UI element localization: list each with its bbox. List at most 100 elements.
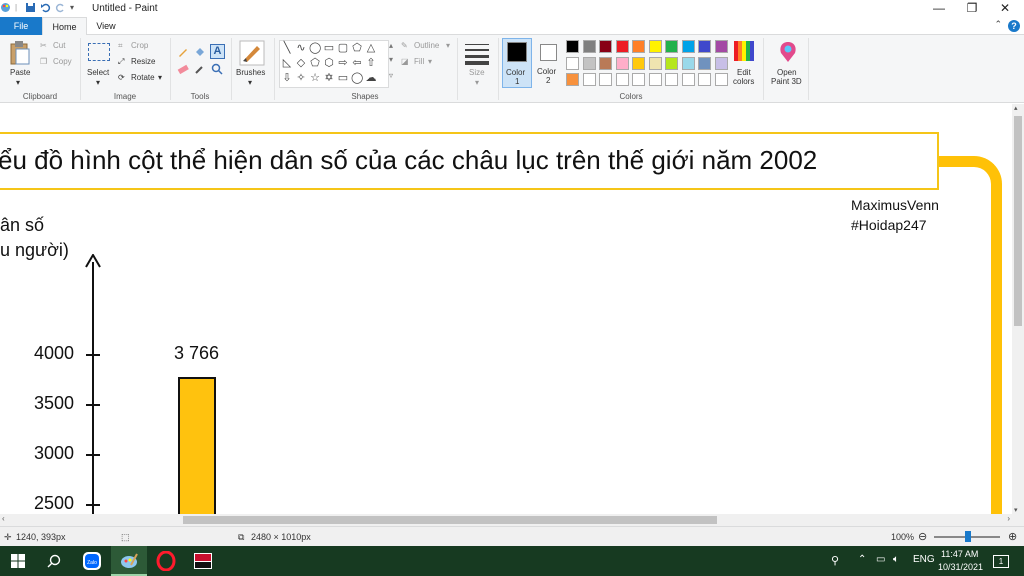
- up-arrow-shape-icon[interactable]: ⇧: [365, 57, 377, 69]
- paste-dropdown-icon[interactable]: ▾: [16, 78, 20, 87]
- collapse-ribbon-icon[interactable]: ⌃: [994, 19, 1002, 30]
- select-dropdown-icon[interactable]: ▾: [96, 78, 100, 87]
- brushes-icon[interactable]: [239, 40, 265, 66]
- undo-icon[interactable]: [40, 2, 51, 13]
- rotate-icon[interactable]: ⟳: [118, 73, 125, 82]
- cloud-callout-shape-icon[interactable]: ☁: [365, 72, 377, 84]
- taskbar-zalo-button[interactable]: Zalo: [74, 546, 110, 576]
- fill-dropdown-icon[interactable]: ▾: [428, 57, 432, 66]
- hexagon-shape-icon[interactable]: ⬡: [323, 57, 335, 69]
- outline-icon[interactable]: ✎: [401, 41, 408, 50]
- rounded-rect-shape-icon[interactable]: ▢: [337, 42, 349, 54]
- scroll-right-icon[interactable]: ›: [1007, 514, 1010, 523]
- search-icon[interactable]: [47, 554, 61, 568]
- vertical-scrollbar[interactable]: ▴ ▾: [1012, 104, 1024, 514]
- line-shape-icon[interactable]: ╲: [281, 42, 293, 54]
- right-arrow-shape-icon[interactable]: ⇨: [337, 57, 349, 69]
- tab-view[interactable]: View: [87, 17, 125, 35]
- four-point-star-shape-icon[interactable]: ✧: [295, 72, 307, 84]
- palette-color-swatch[interactable]: [665, 73, 678, 86]
- palette-color-swatch[interactable]: [566, 73, 579, 86]
- clock-time[interactable]: 11:47 AM: [941, 549, 978, 559]
- shapes-more-icon[interactable]: ▿: [389, 71, 393, 80]
- palette-color-swatch[interactable]: [615, 56, 629, 70]
- palette-color-swatch[interactable]: [582, 56, 596, 70]
- horizontal-scrollbar[interactable]: ‹ ›: [0, 514, 1012, 526]
- taskbar-app-button[interactable]: [185, 546, 221, 576]
- show-hidden-icons-icon[interactable]: ⌃: [858, 554, 866, 565]
- eraser-icon[interactable]: [177, 63, 189, 75]
- edit-colors-label-2[interactable]: colors: [733, 77, 754, 86]
- paint3d-icon[interactable]: [777, 40, 799, 64]
- scroll-up-icon[interactable]: ▴: [1014, 104, 1018, 112]
- fill-label[interactable]: Fill: [414, 57, 424, 66]
- palette-color-swatch[interactable]: [698, 73, 711, 86]
- pentagon-shape-icon[interactable]: ⬠: [309, 57, 321, 69]
- polygon-shape-icon[interactable]: ⬠: [351, 42, 363, 54]
- close-button[interactable]: ✕: [988, 0, 1022, 17]
- six-point-star-shape-icon[interactable]: ✡: [323, 72, 335, 84]
- palette-color-swatch[interactable]: [714, 56, 728, 70]
- size-label[interactable]: Size: [469, 68, 485, 77]
- fill-bucket-icon[interactable]: [194, 46, 206, 58]
- palette-color-swatch[interactable]: [714, 40, 728, 53]
- cut-icon[interactable]: ✂: [40, 41, 47, 50]
- rotate-label[interactable]: Rotate: [131, 73, 155, 82]
- copy-icon[interactable]: ❐: [40, 57, 47, 66]
- scroll-down-icon[interactable]: ▾: [1014, 506, 1018, 514]
- tab-home[interactable]: Home: [42, 17, 87, 35]
- palette-color-swatch[interactable]: [681, 56, 695, 70]
- palette-color-swatch[interactable]: [632, 40, 645, 53]
- palette-color-swatch[interactable]: [599, 40, 612, 53]
- diamond-shape-icon[interactable]: ◇: [295, 57, 307, 69]
- palette-color-swatch[interactable]: [566, 40, 579, 53]
- notification-center-icon[interactable]: 1: [993, 555, 1009, 568]
- horizontal-scroll-thumb[interactable]: [183, 516, 717, 524]
- magnifier-icon[interactable]: [211, 63, 223, 75]
- scroll-left-icon[interactable]: ‹: [2, 514, 5, 523]
- taskbar-opera-button[interactable]: [148, 546, 184, 576]
- text-tool-icon[interactable]: A: [210, 44, 225, 59]
- pencil-icon[interactable]: [177, 46, 189, 58]
- redo-icon[interactable]: [55, 2, 66, 13]
- color1-button[interactable]: Color 1: [502, 38, 532, 88]
- edit-colors-icon[interactable]: [733, 40, 755, 62]
- color-picker-icon[interactable]: [194, 63, 206, 75]
- oval-callout-shape-icon[interactable]: ◯: [351, 72, 363, 84]
- select-label[interactable]: Select: [87, 68, 109, 77]
- brushes-dropdown-icon[interactable]: ▾: [248, 78, 252, 87]
- clock-date[interactable]: 10/31/2021: [938, 562, 983, 572]
- people-icon[interactable]: ⚲: [831, 554, 839, 567]
- zoom-slider-thumb[interactable]: [965, 531, 971, 542]
- zoom-out-button[interactable]: ⊖: [918, 530, 927, 543]
- tab-file[interactable]: File: [0, 17, 42, 35]
- shapes-scroll-down-icon[interactable]: ▾: [389, 55, 393, 64]
- palette-color-swatch[interactable]: [681, 73, 695, 86]
- resize-icon[interactable]: ⤢: [118, 57, 124, 67]
- save-icon[interactable]: [25, 2, 36, 13]
- palette-color-swatch[interactable]: [714, 73, 728, 86]
- palette-color-swatch[interactable]: [698, 56, 711, 70]
- open-paint3d-label-2[interactable]: Paint 3D: [771, 77, 802, 86]
- palette-color-swatch[interactable]: [632, 56, 645, 70]
- open-paint3d-label-1[interactable]: Open: [777, 68, 797, 77]
- palette-color-swatch[interactable]: [615, 73, 629, 86]
- maximize-button[interactable]: ❐: [955, 0, 989, 17]
- crop-icon[interactable]: ⌗: [118, 41, 123, 51]
- help-icon[interactable]: ?: [1008, 20, 1020, 32]
- copy-label[interactable]: Copy: [53, 57, 72, 66]
- color2-button[interactable]: Color 2: [535, 38, 563, 88]
- palette-color-swatch[interactable]: [681, 40, 695, 53]
- taskbar-paint-button[interactable]: [111, 546, 147, 576]
- fill-icon[interactable]: ◪: [401, 57, 409, 66]
- volume-icon[interactable]: 🔈︎: [893, 554, 899, 565]
- palette-color-swatch[interactable]: [698, 40, 711, 53]
- palette-color-swatch[interactable]: [665, 40, 678, 53]
- canvas-area[interactable]: ểu đồ hình cột thể hiện dân số của các c…: [0, 104, 1012, 514]
- palette-color-swatch[interactable]: [665, 56, 678, 70]
- down-arrow-shape-icon[interactable]: ⇩: [281, 72, 293, 84]
- palette-color-swatch[interactable]: [566, 56, 579, 70]
- rotate-dropdown-icon[interactable]: ▾: [158, 73, 162, 82]
- outline-label[interactable]: Outline: [414, 41, 439, 50]
- triangle-shape-icon[interactable]: △: [365, 42, 377, 54]
